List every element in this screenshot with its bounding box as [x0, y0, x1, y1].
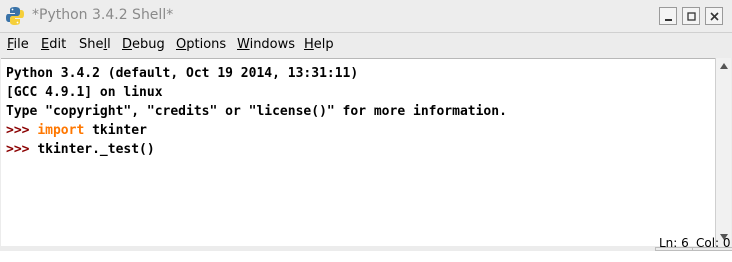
menu-options[interactable]: Options [176, 37, 226, 52]
keyword-import: import [37, 123, 85, 138]
close-button[interactable] [705, 7, 723, 25]
menu-windows[interactable]: Windows [237, 37, 295, 52]
minimize-button[interactable] [659, 7, 677, 25]
maximize-icon [687, 12, 696, 21]
menu-file[interactable]: File [7, 37, 29, 52]
menu-debug-mnemonic: D [122, 37, 133, 52]
menu-options-mnemonic: O [176, 37, 187, 52]
banner-line-info: Type "copyright", "credits" or "license(… [6, 104, 507, 119]
shell-prompt: >>> [6, 142, 38, 157]
input-line-test: >>> tkinter._test() [6, 142, 155, 157]
import-target: tkinter [84, 123, 147, 138]
menu-edit-mnemonic: E [41, 37, 50, 52]
close-icon [710, 12, 719, 21]
menu-debug-label: ebug [132, 37, 165, 52]
vertical-scrollbar[interactable] [715, 58, 731, 246]
menu-edit-label: dit [49, 37, 67, 52]
menu-options-label: ptions [186, 37, 227, 52]
idle-shell-window: *Python 3.4.2 Shell* File Edit Shell Deb… [0, 0, 732, 251]
input-line-import: >>> import tkinter [6, 123, 147, 138]
menu-shell-label-pre: She [79, 37, 104, 52]
menu-help-label: elp [313, 37, 334, 52]
menu-debug[interactable]: Debug [122, 37, 165, 52]
banner-line-compiler: [GCC 4.9.1] on linux [6, 85, 163, 100]
menu-edit[interactable]: Edit [41, 37, 66, 52]
window-title: *Python 3.4.2 Shell* [32, 7, 174, 23]
menu-help-mnemonic: H [304, 37, 314, 52]
menu-shell-label: l [107, 37, 111, 52]
shell-text-area[interactable]: Python 3.4.2 (default, Oct 19 2014, 13:3… [1, 58, 715, 246]
menu-help[interactable]: Help [304, 37, 334, 52]
menu-shell[interactable]: Shell [79, 37, 111, 52]
menu-windows-label: indows [249, 37, 296, 52]
triangle-up-icon[interactable] [719, 61, 729, 71]
menu-windows-mnemonic: W [237, 37, 250, 52]
status-bar [0, 246, 732, 251]
minimize-icon [665, 19, 672, 21]
banner-line-version: Python 3.4.2 (default, Oct 19 2014, 13:3… [6, 66, 359, 81]
test-call: tkinter._test() [37, 142, 155, 157]
status-line-text: Ln: 6 [659, 236, 689, 250]
menu-bar: File Edit Shell Debug Options Windows He… [0, 33, 732, 58]
status-col: Col: 0 [692, 236, 732, 251]
maximize-button[interactable] [682, 7, 700, 25]
status-line: Ln: 6 [655, 236, 693, 251]
python-icon [6, 7, 24, 25]
status-col-text: Col: 0 [696, 236, 731, 250]
menu-file-label: ile [13, 37, 29, 52]
title-bar[interactable]: *Python 3.4.2 Shell* [0, 0, 732, 33]
shell-prompt: >>> [6, 123, 38, 138]
